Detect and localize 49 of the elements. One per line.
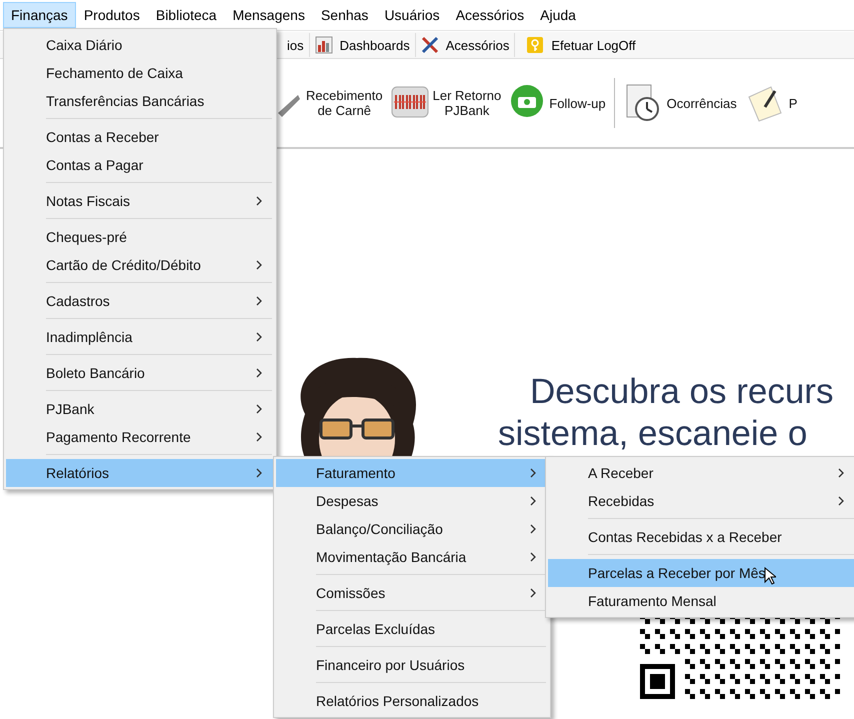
headline-text: sistema, escaneie o — [498, 413, 808, 455]
menu-bar-item[interactable]: Senhas — [312, 2, 376, 28]
menu-item[interactable]: Contas a Receber — [6, 123, 274, 151]
toolbar-button[interactable]: Recebimento de Carnê — [272, 79, 387, 127]
toolbar-tab-label[interactable]: Efetuar LogOff — [551, 38, 636, 52]
menu-item[interactable]: Balanço/Conciliação — [276, 515, 548, 543]
menu-item[interactable]: PJBank — [6, 395, 274, 423]
toolbar-button[interactable]: P — [740, 79, 802, 127]
menu-item[interactable]: Cartão de Crédito/Débito — [6, 251, 274, 279]
menu-bar-item[interactable]: Mensagens — [224, 2, 313, 28]
menu-item[interactable]: Caixa Diário — [6, 31, 274, 59]
menu-bar-item[interactable]: Usuários — [376, 2, 448, 28]
menu-item[interactable]: Parcelas a Receber por Mês — [548, 559, 854, 587]
menu-item[interactable]: Boleto Bancário — [6, 359, 274, 387]
menu-item[interactable]: Relatórios — [6, 459, 274, 487]
menu-item[interactable]: Faturamento Mensal — [548, 587, 854, 615]
menu-item[interactable]: Movimentação Bancária — [276, 543, 548, 571]
menu-item[interactable]: Contas Recebidas x a Receber — [548, 523, 854, 551]
menu-item[interactable]: Cheques-pré — [6, 223, 274, 251]
menu-item[interactable]: Financeiro por Usuários — [276, 651, 548, 679]
mouse-pointer-icon — [764, 567, 776, 585]
toolbar-button[interactable]: Follow-up — [505, 79, 610, 127]
menu-item[interactable]: Faturamento — [276, 459, 548, 487]
toolbar-button[interactable]: Ocorrências — [618, 79, 741, 127]
menu-item[interactable]: Recebidas — [548, 487, 854, 515]
menu-item[interactable]: Notas Fiscais — [6, 187, 274, 215]
menu-item[interactable]: Contas a Pagar — [6, 151, 274, 179]
menu-bar-item[interactable]: Ajuda — [532, 2, 584, 28]
menu-bar-item[interactable]: Finanças — [3, 2, 76, 28]
bar-chart-icon — [314, 36, 333, 54]
menu-item[interactable]: Pagamento Recorrente — [6, 423, 274, 451]
menu-bar-item[interactable]: Biblioteca — [148, 2, 225, 28]
toolbar-button[interactable]: Ler Retorno PJBank — [386, 79, 506, 127]
menu-item[interactable]: Cadastros — [6, 287, 274, 315]
toolbar-tab-label[interactable]: Dashboards — [340, 38, 410, 52]
menu-bar-item[interactable]: Acessórios — [448, 2, 532, 28]
menu-item[interactable]: Comissões — [276, 579, 548, 607]
menu-item[interactable]: Fechamento de Caixa — [6, 59, 274, 87]
menu-item[interactable]: Parcelas Excluídas — [276, 615, 548, 643]
headline-text: Descubra os recurs — [529, 371, 834, 413]
menu-bar-item[interactable]: Produtos — [76, 2, 148, 28]
crossed-tools-icon — [420, 36, 439, 54]
menu-item[interactable]: Despesas — [276, 487, 548, 515]
toolbar-tab-label[interactable]: Acessórios — [446, 38, 510, 52]
menu-item[interactable]: Inadimplência — [6, 323, 274, 351]
menu-item[interactable]: Relatórios Personalizados — [276, 687, 548, 715]
menu-item[interactable]: A Receber — [548, 459, 854, 487]
toolbar-tab-label[interactable]: ios — [287, 38, 304, 52]
menu-item[interactable]: Transferências Bancárias — [6, 87, 274, 115]
